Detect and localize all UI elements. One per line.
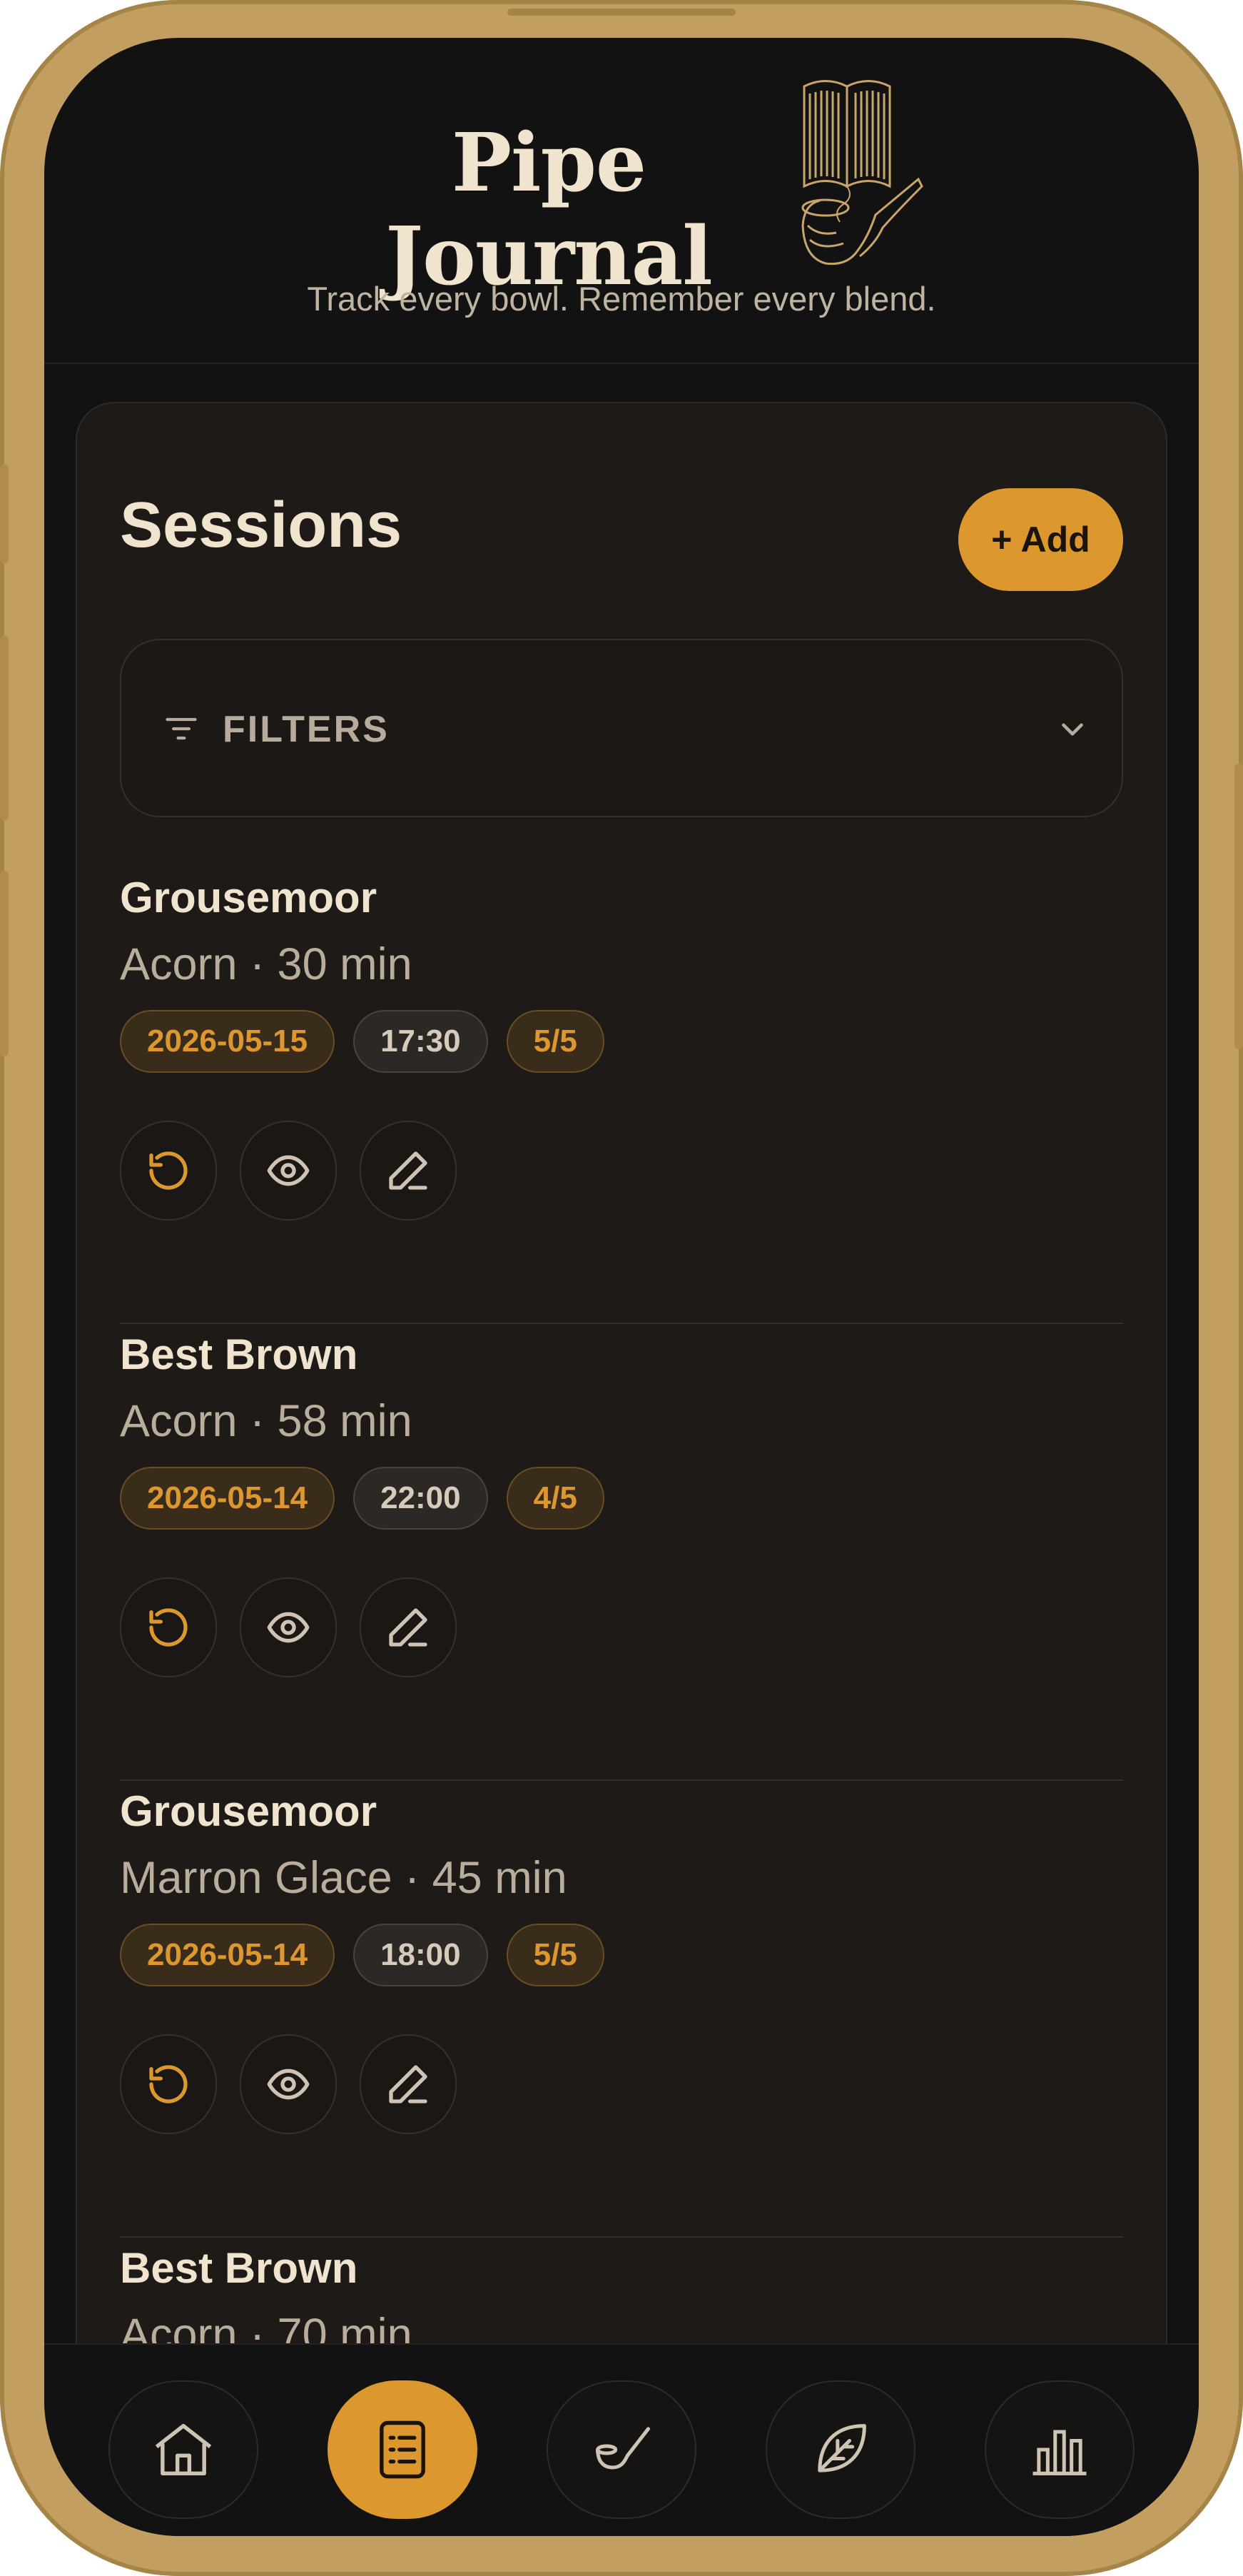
- repeat-session-button[interactable]: [120, 1577, 217, 1677]
- bar-chart-icon: [1033, 2430, 1087, 2475]
- repeat-session-button[interactable]: [120, 1121, 217, 1221]
- filters-toggle[interactable]: FILTERS: [120, 639, 1123, 817]
- session-date-badge: 2026-05-15: [120, 1010, 335, 1073]
- app-header: Pipe Journal Track every bowl. Remember …: [44, 38, 1199, 364]
- repeat-icon: [149, 1608, 188, 1647]
- speaker-slot: [507, 9, 736, 16]
- session-blend: Best Brown: [120, 1330, 358, 1378]
- session-time-badge: 22:00: [353, 1467, 488, 1530]
- session-date-badge: 2026-05-14: [120, 1924, 335, 1986]
- session-date-badge: 2026-05-14: [120, 1467, 335, 1530]
- filter-icon: [166, 717, 197, 740]
- session-pipe-duration: Marron Glace · 45 min: [120, 1853, 567, 1903]
- view-session-button[interactable]: [240, 2034, 337, 2134]
- app-screen: Pipe Journal Track every bowl. Remember …: [44, 38, 1199, 2536]
- nav-sessions[interactable]: [328, 2380, 477, 2519]
- leaf-icon: [818, 2424, 866, 2473]
- book-pipe-logo-icon: [801, 80, 923, 266]
- session-item[interactable]: Grousemoor Acorn · 30 min 2026-05-15 17:…: [120, 867, 1123, 1324]
- side-button: [0, 871, 9, 1056]
- view-session-button[interactable]: [240, 1121, 337, 1221]
- edit-session-button[interactable]: [360, 2034, 457, 2134]
- filters-label: FILTERS: [223, 709, 390, 750]
- session-pipe-duration: Acorn · 58 min: [120, 1396, 412, 1446]
- repeat-icon: [149, 2065, 188, 2103]
- session-rating-badge: 4/5: [506, 1467, 604, 1530]
- phone-frame: Pipe Journal Track every bowl. Remember …: [0, 0, 1243, 2576]
- pencil-icon: [389, 1608, 427, 1647]
- bottom-nav: [44, 2343, 1199, 2536]
- session-pipe-duration: Acorn · 30 min: [120, 939, 412, 989]
- session-time-badge: 17:30: [353, 1010, 488, 1073]
- side-button: [1234, 764, 1243, 1049]
- repeat-icon: [149, 1151, 188, 1190]
- nav-stats[interactable]: [985, 2380, 1135, 2519]
- add-session-button[interactable]: + Add: [958, 488, 1123, 591]
- session-rating-badge: 5/5: [506, 1924, 604, 1986]
- session-blend: Grousemoor: [120, 1787, 377, 1835]
- side-button: [0, 464, 9, 564]
- session-item[interactable]: Best Brown Acorn · 58 min 2026-05-14 22:…: [120, 1324, 1123, 1781]
- chevron-down-icon: [1062, 723, 1083, 736]
- edit-session-button[interactable]: [360, 1577, 457, 1677]
- sessions-title: Sessions: [120, 490, 402, 561]
- eye-icon: [267, 2069, 310, 2100]
- app-tagline: Track every bowl. Remember every blend.: [307, 280, 936, 318]
- list-icon: [380, 2420, 425, 2479]
- sessions-card: Sessions + Add FILTERS Grousemoor Acorn …: [76, 402, 1167, 2536]
- session-time-badge: 18:00: [353, 1924, 488, 1986]
- app-title: Pipe Journal: [385, 116, 713, 303]
- eye-icon: [267, 1155, 310, 1186]
- session-blend: Best Brown: [120, 2244, 358, 2292]
- edit-session-button[interactable]: [360, 1121, 457, 1221]
- repeat-session-button[interactable]: [120, 2034, 217, 2134]
- side-button: [0, 635, 9, 821]
- view-session-button[interactable]: [240, 1577, 337, 1677]
- session-rating-badge: 5/5: [506, 1010, 604, 1073]
- eye-icon: [267, 1612, 310, 1643]
- pencil-icon: [389, 2065, 427, 2103]
- pipe-icon: [596, 2427, 650, 2470]
- nav-pipes[interactable]: [547, 2380, 696, 2519]
- nav-tobaccos[interactable]: [766, 2380, 915, 2519]
- session-item[interactable]: Grousemoor Marron Glace · 45 min 2026-05…: [120, 1781, 1123, 2238]
- home-icon: [155, 2423, 212, 2476]
- nav-home[interactable]: [108, 2380, 258, 2519]
- pencil-icon: [389, 1151, 427, 1190]
- session-blend: Grousemoor: [120, 874, 377, 921]
